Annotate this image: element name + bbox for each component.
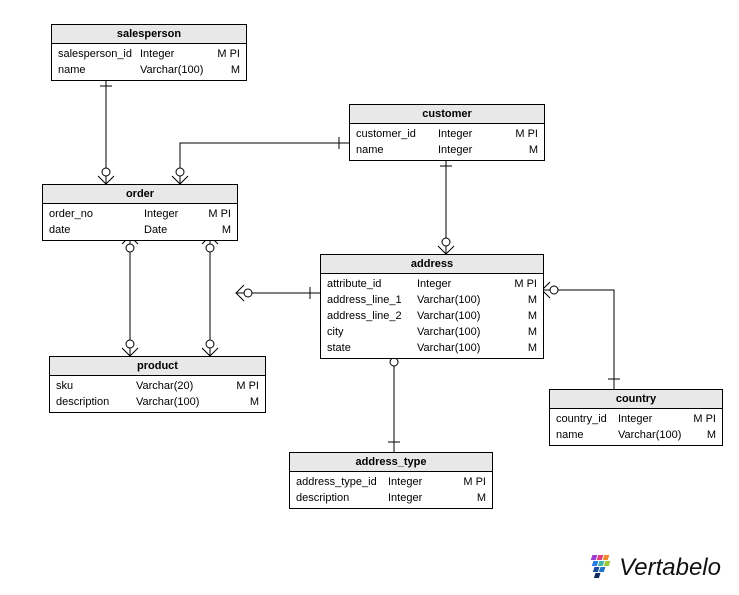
entity-product[interactable]: product skuVarchar(20)M PI descriptionVa… <box>49 356 266 413</box>
entity-columns: customer_idIntegerM PI nameIntegerM <box>350 124 544 160</box>
entity-customer[interactable]: customer customer_idIntegerM PI nameInte… <box>349 104 545 161</box>
entity-columns: order_noIntegerM PI dateDateM <box>43 204 237 240</box>
entity-title: customer <box>350 105 544 124</box>
entity-title: order <box>43 185 237 204</box>
vertabelo-logo: Vertabelo <box>583 553 721 583</box>
entity-title: salesperson <box>52 25 246 44</box>
vertabelo-logo-icon <box>583 553 613 583</box>
entity-columns: country_idIntegerM PI nameVarchar(100)M <box>550 409 722 445</box>
entity-title: product <box>50 357 265 376</box>
entity-order[interactable]: order order_noIntegerM PI dateDateM <box>42 184 238 241</box>
entity-columns: address_type_idIntegerM PI descriptionIn… <box>290 472 492 508</box>
entity-title: country <box>550 390 722 409</box>
entity-salesperson[interactable]: salesperson salesperson_idIntegerM PI na… <box>51 24 247 81</box>
er-diagram-canvas: salesperson salesperson_idIntegerM PI na… <box>0 0 739 595</box>
entity-title: address_type <box>290 453 492 472</box>
entity-country[interactable]: country country_idIntegerM PI nameVarcha… <box>549 389 723 446</box>
entity-columns: salesperson_idIntegerM PI nameVarchar(10… <box>52 44 246 80</box>
vertabelo-logo-text: Vertabelo <box>619 554 721 582</box>
entity-columns: attribute_idIntegerM PI address_line_1Va… <box>321 274 543 358</box>
entity-address[interactable]: address attribute_idIntegerM PI address_… <box>320 254 544 359</box>
entity-address-type[interactable]: address_type address_type_idIntegerM PI … <box>289 452 493 509</box>
entity-title: address <box>321 255 543 274</box>
entity-columns: skuVarchar(20)M PI descriptionVarchar(10… <box>50 376 265 412</box>
